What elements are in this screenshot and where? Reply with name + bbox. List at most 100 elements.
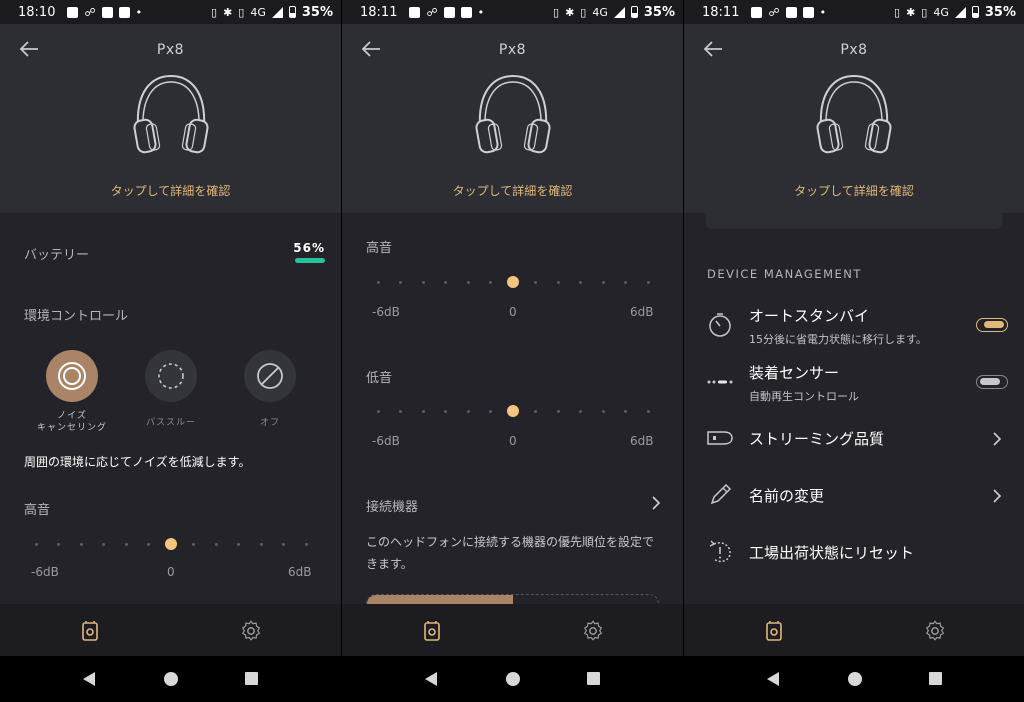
slider-step-dot	[534, 281, 537, 284]
anc-off-button[interactable]	[244, 350, 296, 402]
slider-step-dot	[444, 281, 447, 284]
vibrate-mode-icon: ▯	[580, 5, 587, 19]
slider-step-dot	[624, 281, 627, 284]
device-tab-icon[interactable]	[80, 620, 100, 642]
streaming-quality-title: ストリーミング品質	[749, 430, 885, 448]
battery-level-text: 56%	[293, 241, 325, 255]
wear-sensor-toggle[interactable]	[976, 375, 1008, 389]
nav-back-icon[interactable]	[82, 672, 96, 686]
slider-step-dot	[601, 281, 605, 284]
settings-content: 高音 -6dB 0 6dB 低音 -6dB 0 6dB 接続機器 このヘッドフォ…	[342, 213, 683, 615]
nav-back-icon[interactable]	[424, 672, 438, 686]
tap-for-details-link[interactable]: タップして詳細を確認	[684, 182, 1024, 199]
slider-step-dot	[259, 543, 263, 546]
slider-step-dot	[466, 410, 470, 413]
device-management-title: DEVICE MANAGEMENT	[707, 267, 862, 281]
slider-knob[interactable]	[507, 276, 519, 288]
notification-icons: ☍ •	[751, 6, 826, 19]
battery-percent: 35%	[301, 4, 333, 20]
bluetooth-icon: ✱	[565, 5, 575, 19]
chevron-right-icon	[652, 496, 661, 510]
slider-step-dot	[489, 281, 492, 284]
battery-icon	[971, 6, 979, 18]
app-notification-icon	[443, 6, 455, 18]
chevron-right-icon	[993, 432, 1002, 446]
slider-step-dot	[124, 543, 128, 546]
slider-knob[interactable]	[165, 538, 177, 550]
treble-min-label: -6dB	[31, 565, 59, 579]
slider-step-dot	[214, 543, 218, 546]
more-notifications-icon: •	[477, 5, 485, 19]
headphones-image[interactable]	[126, 72, 216, 162]
bluetooth-icon: ✱	[906, 5, 916, 19]
treble-slider[interactable]	[34, 538, 308, 552]
connected-devices-description: このヘッドフォンに接続する機器の優先順位を設定できます。	[366, 535, 655, 571]
app-notification-icon-2	[118, 6, 130, 18]
bass-max-label: 6dB	[630, 434, 654, 448]
device-tab-icon[interactable]	[422, 620, 442, 642]
tap-for-details-link[interactable]: タップして詳細を確認	[0, 182, 341, 199]
noise-cancelling-button[interactable]	[46, 350, 98, 402]
nav-home-icon[interactable]	[848, 672, 862, 686]
system-status-icons: ▯ ✱ ▯ 4G 35%	[894, 5, 1016, 20]
bass-slider[interactable]	[376, 405, 650, 419]
device-header: Px8 タップして詳細を確認	[684, 24, 1024, 213]
slider-step-dot	[579, 281, 582, 284]
slider-step-dot	[579, 410, 582, 413]
treble-slider[interactable]	[376, 276, 650, 290]
vibrate-icon: ☍	[426, 5, 438, 19]
shield-icon	[67, 6, 79, 18]
notification-icons: ☍ •	[67, 6, 142, 19]
status-bar: 18:11 ☍ • ▯ ✱ ▯ 4G 35%	[342, 0, 683, 24]
tap-for-details-link[interactable]: タップして詳細を確認	[342, 182, 683, 199]
battery-level-bar	[295, 258, 325, 263]
settings-tab-icon[interactable]	[924, 620, 946, 642]
more-notifications-icon: •	[819, 5, 827, 19]
nav-home-icon[interactable]	[506, 672, 520, 686]
settings-content: DEVICE MANAGEMENT オートスタンバイ 15分後に省電力状態に移行…	[684, 213, 1024, 604]
settings-tab-icon[interactable]	[240, 620, 262, 642]
status-time: 18:10	[18, 4, 56, 20]
nfc-icon: ▯	[211, 5, 218, 19]
vibrate-icon: ☍	[768, 5, 780, 19]
bottom-tab-bar	[0, 604, 341, 656]
slider-step-dot	[102, 543, 105, 546]
more-notifications-icon: •	[135, 5, 143, 19]
device-name: Px8	[498, 42, 527, 58]
auto-standby-toggle[interactable]	[976, 318, 1008, 332]
nav-recents-icon[interactable]	[587, 672, 600, 685]
slider-step-dot	[376, 410, 380, 413]
settings-tab-icon[interactable]	[582, 620, 604, 642]
slider-step-dot	[399, 281, 402, 284]
passthrough-button[interactable]	[145, 350, 197, 402]
app-notification-icon	[101, 6, 113, 18]
toggle-thumb	[980, 378, 1000, 385]
settings-content: バッテリー 56% 環境コントロール ノイズ キャンセリング パススルー オフ …	[0, 213, 341, 604]
slider-step-dot	[556, 410, 560, 413]
factory-reset-title: 工場出荷状態にリセット	[749, 544, 915, 562]
slider-knob[interactable]	[507, 405, 519, 417]
slider-step-dot	[444, 410, 447, 413]
headphones-image[interactable]	[468, 72, 558, 162]
signal-icon	[271, 6, 283, 18]
device-tab-icon[interactable]	[764, 620, 784, 642]
device-name: Px8	[156, 42, 185, 58]
status-time: 18:11	[360, 4, 398, 20]
nav-home-icon[interactable]	[164, 672, 178, 686]
noise-cancelling-icon	[58, 362, 86, 390]
treble-min-label: -6dB	[372, 305, 400, 319]
streaming-icon	[707, 431, 733, 445]
device-header: Px8 タップして詳細を確認	[0, 24, 341, 213]
off-icon	[257, 363, 283, 389]
nav-recents-icon[interactable]	[929, 672, 942, 685]
pencil-icon	[710, 483, 732, 505]
headphones-image[interactable]	[809, 72, 899, 162]
bass-mid-label: 0	[509, 434, 517, 448]
timer-icon	[709, 313, 731, 337]
nav-back-icon[interactable]	[766, 672, 780, 686]
slider-step-dot	[79, 543, 83, 546]
app-notification-icon	[785, 6, 797, 18]
screen-sound-settings: 18:10 ☍ • ▯ ✱ ▯ 4G 35% Px8 タップして詳細を確認 バッ…	[0, 0, 341, 702]
nav-recents-icon[interactable]	[245, 672, 258, 685]
system-nav-bar	[342, 656, 683, 702]
